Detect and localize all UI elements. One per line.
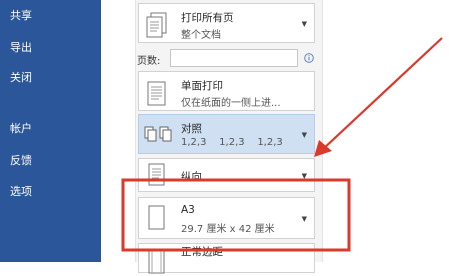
- orientation-dropdown[interactable]: 纵向 ▼: [138, 158, 315, 192]
- margins-title: 正常边距: [181, 246, 223, 258]
- chevron-down-icon: ▼: [301, 20, 307, 28]
- print-sides-title: 单面打印: [181, 80, 223, 92]
- print-sides-dropdown[interactable]: 单面打印 仅在纸面的一侧上进...: [138, 71, 315, 111]
- sidebar-item-options[interactable]: 选项: [10, 183, 32, 199]
- document-pages-icon: [146, 12, 167, 38]
- collated-icon: [144, 126, 172, 142]
- chevron-down-icon: ▼: [301, 215, 307, 223]
- sidebar-item-export[interactable]: 导出: [10, 39, 32, 55]
- sidebar-item-share[interactable]: 共享: [10, 7, 32, 23]
- paper-size-subtitle: 29.7 厘米 x 42 厘米: [181, 224, 275, 235]
- pages-input[interactable]: [170, 49, 298, 67]
- arrow-shaft: [321, 37, 443, 151]
- single-sided-icon: [147, 81, 166, 106]
- margins-dropdown[interactable]: 正常边距: [138, 243, 315, 274]
- print-sides-subtitle: 仅在纸面的一侧上进...: [181, 98, 281, 109]
- collation-dropdown[interactable]: 对照 1,2,3 1,2,3 1,2,3 ▼: [138, 114, 315, 154]
- info-icon[interactable]: [304, 53, 314, 63]
- margins-icon: [148, 249, 165, 274]
- sidebar-item-feedback[interactable]: 反馈: [10, 152, 32, 168]
- print-range-subtitle: 整个文档: [181, 30, 221, 41]
- paper-size-icon: [148, 205, 165, 230]
- portrait-icon: [148, 163, 165, 186]
- print-range-dropdown[interactable]: 打印所有页 整个文档 ▼: [138, 3, 315, 43]
- orientation-title: 纵向: [181, 171, 202, 183]
- pages-label: 页数:: [137, 56, 161, 67]
- collation-subtitle: 1,2,3 1,2,3 1,2,3: [181, 137, 283, 148]
- paper-size-title: A3: [181, 204, 195, 216]
- print-range-title: 打印所有页: [181, 12, 234, 24]
- chevron-down-icon: ▼: [301, 131, 307, 139]
- collation-title: 对照: [181, 123, 202, 135]
- sidebar-item-close[interactable]: 关闭: [10, 69, 32, 85]
- sidebar-item-account[interactable]: 帐户: [10, 120, 32, 136]
- chevron-down-icon: ▼: [301, 172, 307, 180]
- backstage-sidebar: 共享 导出 关闭 帐户 反馈 选项: [0, 0, 101, 262]
- paper-size-dropdown[interactable]: A3 29.7 厘米 x 42 厘米 ▼: [138, 197, 315, 239]
